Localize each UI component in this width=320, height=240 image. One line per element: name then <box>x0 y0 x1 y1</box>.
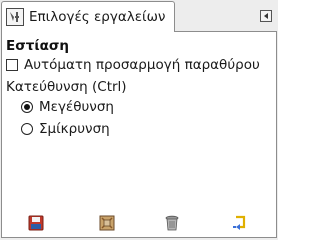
tab-menu-icon[interactable] <box>260 10 272 22</box>
auto-resize-checkbox-row[interactable]: Αυτόματη προσαρμογή παραθύρου <box>6 57 260 73</box>
direction-label: Κατεύθυνση (Ctrl) <box>6 79 127 95</box>
auto-resize-checkbox[interactable] <box>6 59 18 71</box>
tab-tool-options[interactable]: Επιλογές εργαλείων <box>1 1 175 32</box>
delete-icon <box>165 215 179 231</box>
options-panel: Εστίαση Αυτόματη προσαρμογή παραθύρου Κα… <box>1 31 277 238</box>
delete-button[interactable] <box>162 213 182 233</box>
restore-button[interactable] <box>97 213 117 233</box>
restore-icon <box>99 215 115 231</box>
radio-zoom-in[interactable]: Μεγέθυνση <box>21 99 114 115</box>
reset-button[interactable] <box>230 213 250 233</box>
radio-zoom-out[interactable]: Σμίκρυνση <box>21 121 110 137</box>
tool-options-dock: Επιλογές εργαλείων Εστίαση Αυτόματη προσ… <box>0 0 278 240</box>
tool-options-icon <box>6 8 24 26</box>
radio-zoom-out-button[interactable] <box>21 123 33 135</box>
reset-icon <box>233 215 246 230</box>
auto-resize-label: Αυτόματη προσαρμογή παραθύρου <box>24 57 260 73</box>
radio-zoom-out-label: Σμίκρυνση <box>39 121 110 137</box>
section-title: Εστίαση <box>6 38 70 54</box>
radio-zoom-in-label: Μεγέθυνση <box>39 99 114 115</box>
save-button[interactable] <box>26 213 46 233</box>
save-icon <box>28 215 44 231</box>
radio-zoom-in-button[interactable] <box>21 101 33 113</box>
tab-title: Επιλογές εργαλείων <box>29 9 166 25</box>
